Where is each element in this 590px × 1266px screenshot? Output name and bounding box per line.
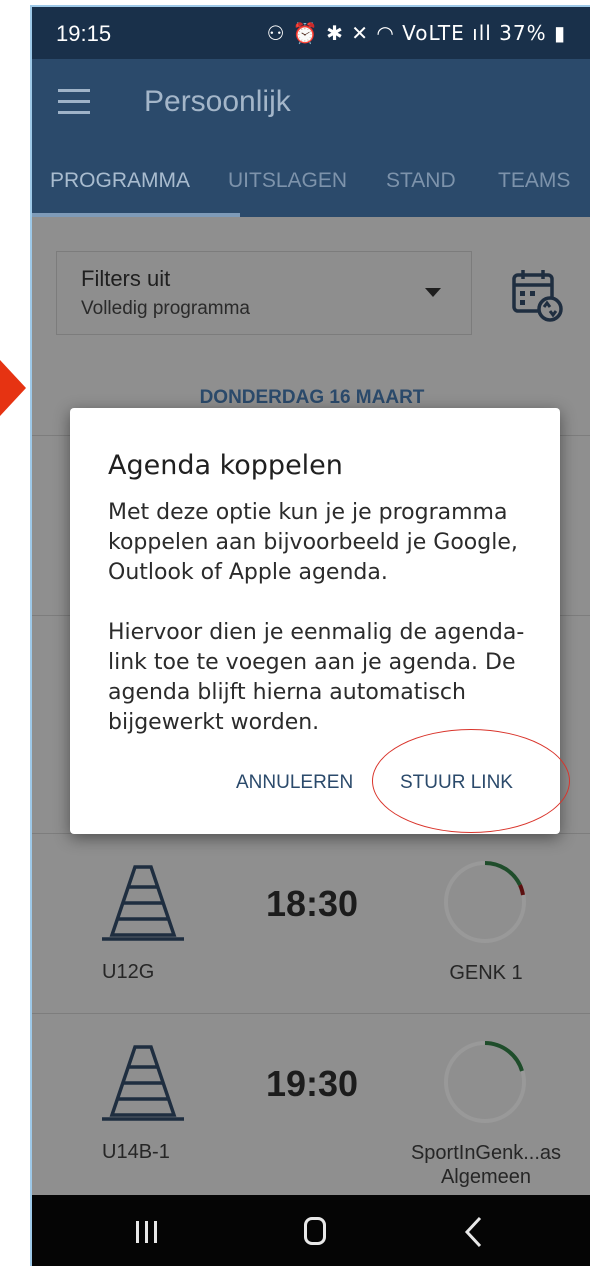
match-time: 19:30 <box>266 1063 359 1104</box>
filter-title: Filters uit <box>81 266 171 291</box>
cancel-button[interactable]: ANNULEREN <box>236 772 353 794</box>
dialog-body: Met deze optie kun je je programma koppe… <box>108 498 540 768</box>
match-opponent: GENK 1 <box>449 962 523 984</box>
tab-bar: PROGRAMMA UITSLAGEN STAND TEAMS <box>32 149 590 217</box>
screenshot-canvas: 19:15 ⚇ ⏰ ✱ ✕ ◠ VoLTE ıll 37% ▮ Persoonl… <box>0 0 590 1266</box>
match-opponent: SportInGenk...as Algemeen <box>410 1142 562 1188</box>
match-row[interactable]: 19:30 U14B-1 SportInGenk...as Algemeen <box>32 1013 590 1193</box>
match-team: U12G <box>102 961 155 983</box>
page-title: Persoonlijk <box>144 85 291 118</box>
annotation-circle <box>372 729 570 833</box>
recents-icon[interactable] <box>136 1221 158 1243</box>
annotation-arrow <box>0 360 26 416</box>
filter-dropdown[interactable]: Filters uit Volledig programma <box>56 251 472 335</box>
home-icon[interactable] <box>304 1217 326 1245</box>
status-ring-icon <box>444 1041 526 1123</box>
date-header: DONDERDAG 16 MAART <box>199 387 425 408</box>
match-row[interactable]: 18:30 U12G GENK 1 <box>32 833 590 1013</box>
phone-screen: 19:15 ⚇ ⏰ ✱ ✕ ◠ VoLTE ıll 37% ▮ Persoonl… <box>30 5 590 1266</box>
calendar-sync-icon[interactable] <box>510 267 566 323</box>
hamburger-menu-icon[interactable] <box>58 89 90 117</box>
training-cone-icon <box>102 865 184 941</box>
status-bar: 19:15 ⚇ ⏰ ✱ ✕ ◠ VoLTE ıll 37% ▮ <box>32 7 590 59</box>
status-ring-icon <box>444 861 526 943</box>
status-icons: ⚇ ⏰ ✱ ✕ ◠ VoLTE ıll 37% ▮ <box>266 21 566 45</box>
training-cone-icon <box>102 1045 184 1121</box>
dialog-paragraph: Hiervoor dien je eenmalig de agenda-link… <box>108 620 525 735</box>
system-nav-bar <box>32 1195 590 1266</box>
status-time: 19:15 <box>56 21 112 46</box>
match-team: U14B-1 <box>102 1141 170 1163</box>
tab-stand[interactable]: STAND <box>386 169 456 193</box>
back-icon[interactable] <box>462 1215 486 1249</box>
tab-teams[interactable]: TEAMS <box>498 169 570 193</box>
match-time: 18:30 <box>266 883 359 924</box>
dropdown-caret-icon <box>425 288 441 297</box>
tab-uitslagen[interactable]: UITSLAGEN <box>228 169 347 193</box>
tab-programma[interactable]: PROGRAMMA <box>50 169 190 193</box>
filter-subtitle: Volledig programma <box>81 298 250 319</box>
dialog-title: Agenda koppelen <box>108 450 343 481</box>
dialog-paragraph: Met deze optie kun je je programma koppe… <box>108 500 518 585</box>
app-bar: Persoonlijk <box>32 59 590 149</box>
